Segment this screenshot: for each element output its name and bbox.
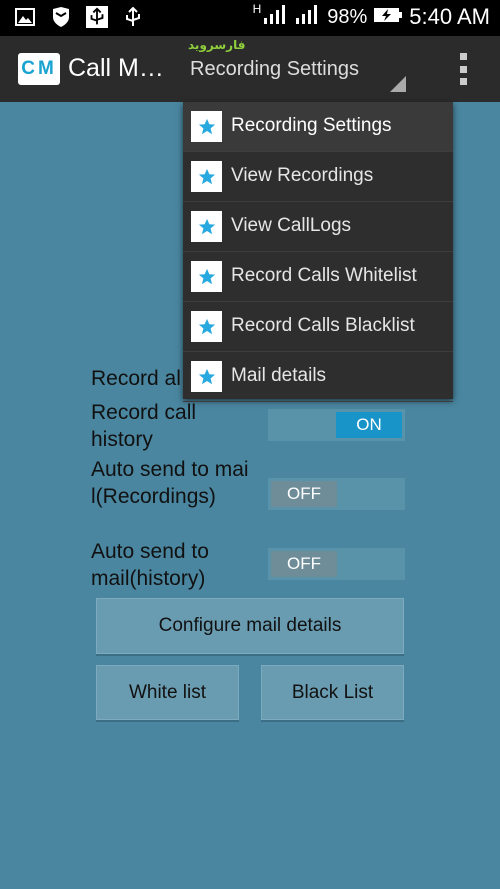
record-history-toggle[interactable]: ON [268, 409, 405, 441]
dropdown-item[interactable]: Mail details [183, 352, 453, 402]
star-icon [191, 111, 222, 142]
toggle-knob: OFF [271, 551, 337, 577]
record-history-label: Record call history [91, 401, 197, 451]
battery-charging-icon [373, 4, 403, 30]
auto-send-history-toggle[interactable]: OFF [268, 548, 405, 580]
star-icon [191, 361, 222, 392]
dropdown-item-label: View CallLogs [231, 215, 352, 236]
overflow-menu-icon[interactable] [460, 53, 468, 85]
network-type-label: H [252, 2, 262, 16]
dropdown-item-label: Recording Settings [231, 115, 392, 136]
toggle-knob: ON [336, 412, 402, 438]
star-icon [191, 261, 222, 292]
battery-percent: 98% [327, 5, 368, 28]
star-icon [191, 311, 222, 342]
dropdown-item-label: Mail details [231, 365, 327, 386]
dropdown-item[interactable]: Recording Settings [183, 102, 453, 152]
shield-icon [50, 6, 72, 28]
app-logo[interactable]: CM [18, 53, 60, 85]
usb-icon [122, 6, 144, 28]
configure-mail-button[interactable]: Configure mail details [96, 598, 404, 654]
dropdown-item[interactable]: Record Calls Blacklist [183, 302, 453, 352]
auto-send-history-label: Auto send to mail(history) [91, 540, 209, 590]
signal-icon-2 [295, 4, 321, 30]
star-icon [191, 211, 222, 242]
dropdown-arrow-icon [390, 76, 406, 92]
dropdown-item[interactable]: View Recordings [183, 152, 453, 202]
auto-send-recordings-label: Auto send to mail(Recordings) [91, 458, 249, 508]
navigation-spinner[interactable]: فارسروید Recording Settings [182, 36, 410, 102]
auto-send-recordings-toggle[interactable]: OFF [268, 478, 405, 510]
spinner-selected-value: Recording Settings [190, 58, 359, 80]
watermark-logo: فارسروید [188, 38, 246, 52]
white-list-button[interactable]: White list [96, 665, 239, 720]
black-list-button[interactable]: Black List [261, 665, 404, 720]
app-title: Call M… [68, 54, 164, 82]
toggle-knob: OFF [271, 481, 337, 507]
navigation-dropdown-menu: Recording Settings View Recordings View Ca… [183, 102, 453, 402]
dropdown-item-label: View Recordings [231, 165, 374, 186]
record-all-label: Record al [91, 367, 181, 390]
dropdown-item-label: Record Calls Blacklist [231, 315, 415, 336]
dropdown-item[interactable]: Record Calls Whitelist [183, 252, 453, 302]
clock: 5:40 AM [409, 4, 490, 29]
image-icon [14, 6, 36, 28]
usb-debug-icon [86, 6, 108, 28]
signal-icon [263, 4, 289, 30]
action-bar: CM Call M… فارسروید Recording Settings [0, 36, 500, 102]
status-bar: H 98% 5:40 AM [0, 0, 500, 36]
star-icon [191, 161, 222, 192]
dropdown-item[interactable]: View CallLogs [183, 202, 453, 252]
dropdown-item-label: Record Calls Whitelist [231, 265, 417, 286]
